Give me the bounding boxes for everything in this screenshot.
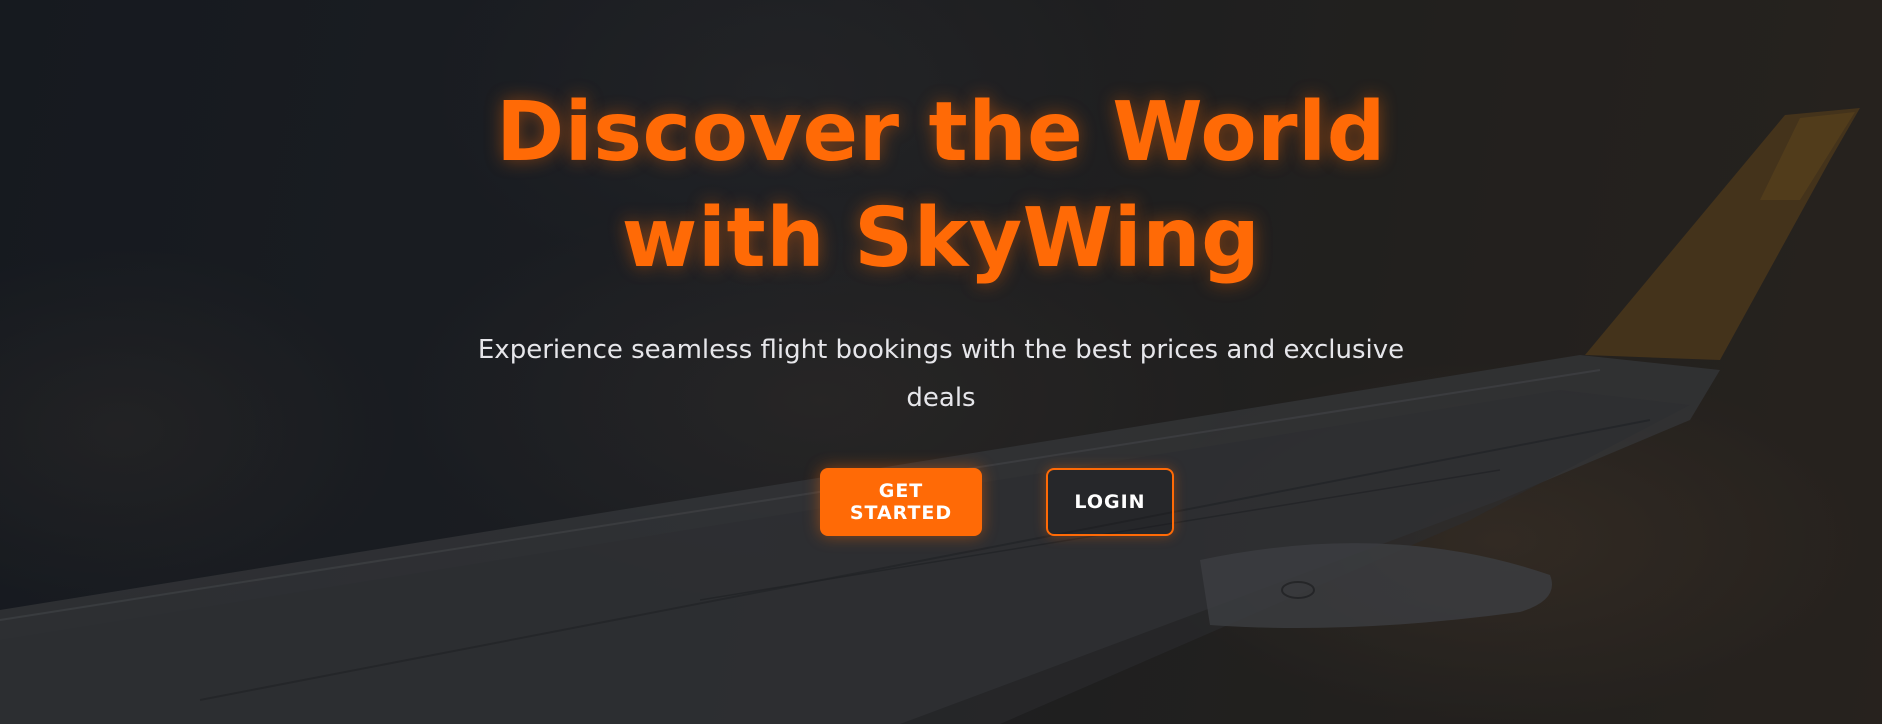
- hero-title: Discover the World with SkyWing: [441, 80, 1441, 292]
- get-started-button[interactable]: GET STARTED: [820, 468, 982, 536]
- hero-title-line-2: with SkyWing: [621, 191, 1261, 286]
- hero-section: Discover the World with SkyWing Experien…: [0, 0, 1882, 724]
- hero-content: Discover the World with SkyWing Experien…: [0, 0, 1882, 536]
- hero-subtitle: Experience seamless flight bookings with…: [477, 335, 1405, 413]
- hero-actions: GET STARTED LOGIN: [820, 468, 1174, 536]
- hero-title-line-1: Discover the World: [496, 85, 1386, 180]
- login-button[interactable]: LOGIN: [1046, 468, 1174, 536]
